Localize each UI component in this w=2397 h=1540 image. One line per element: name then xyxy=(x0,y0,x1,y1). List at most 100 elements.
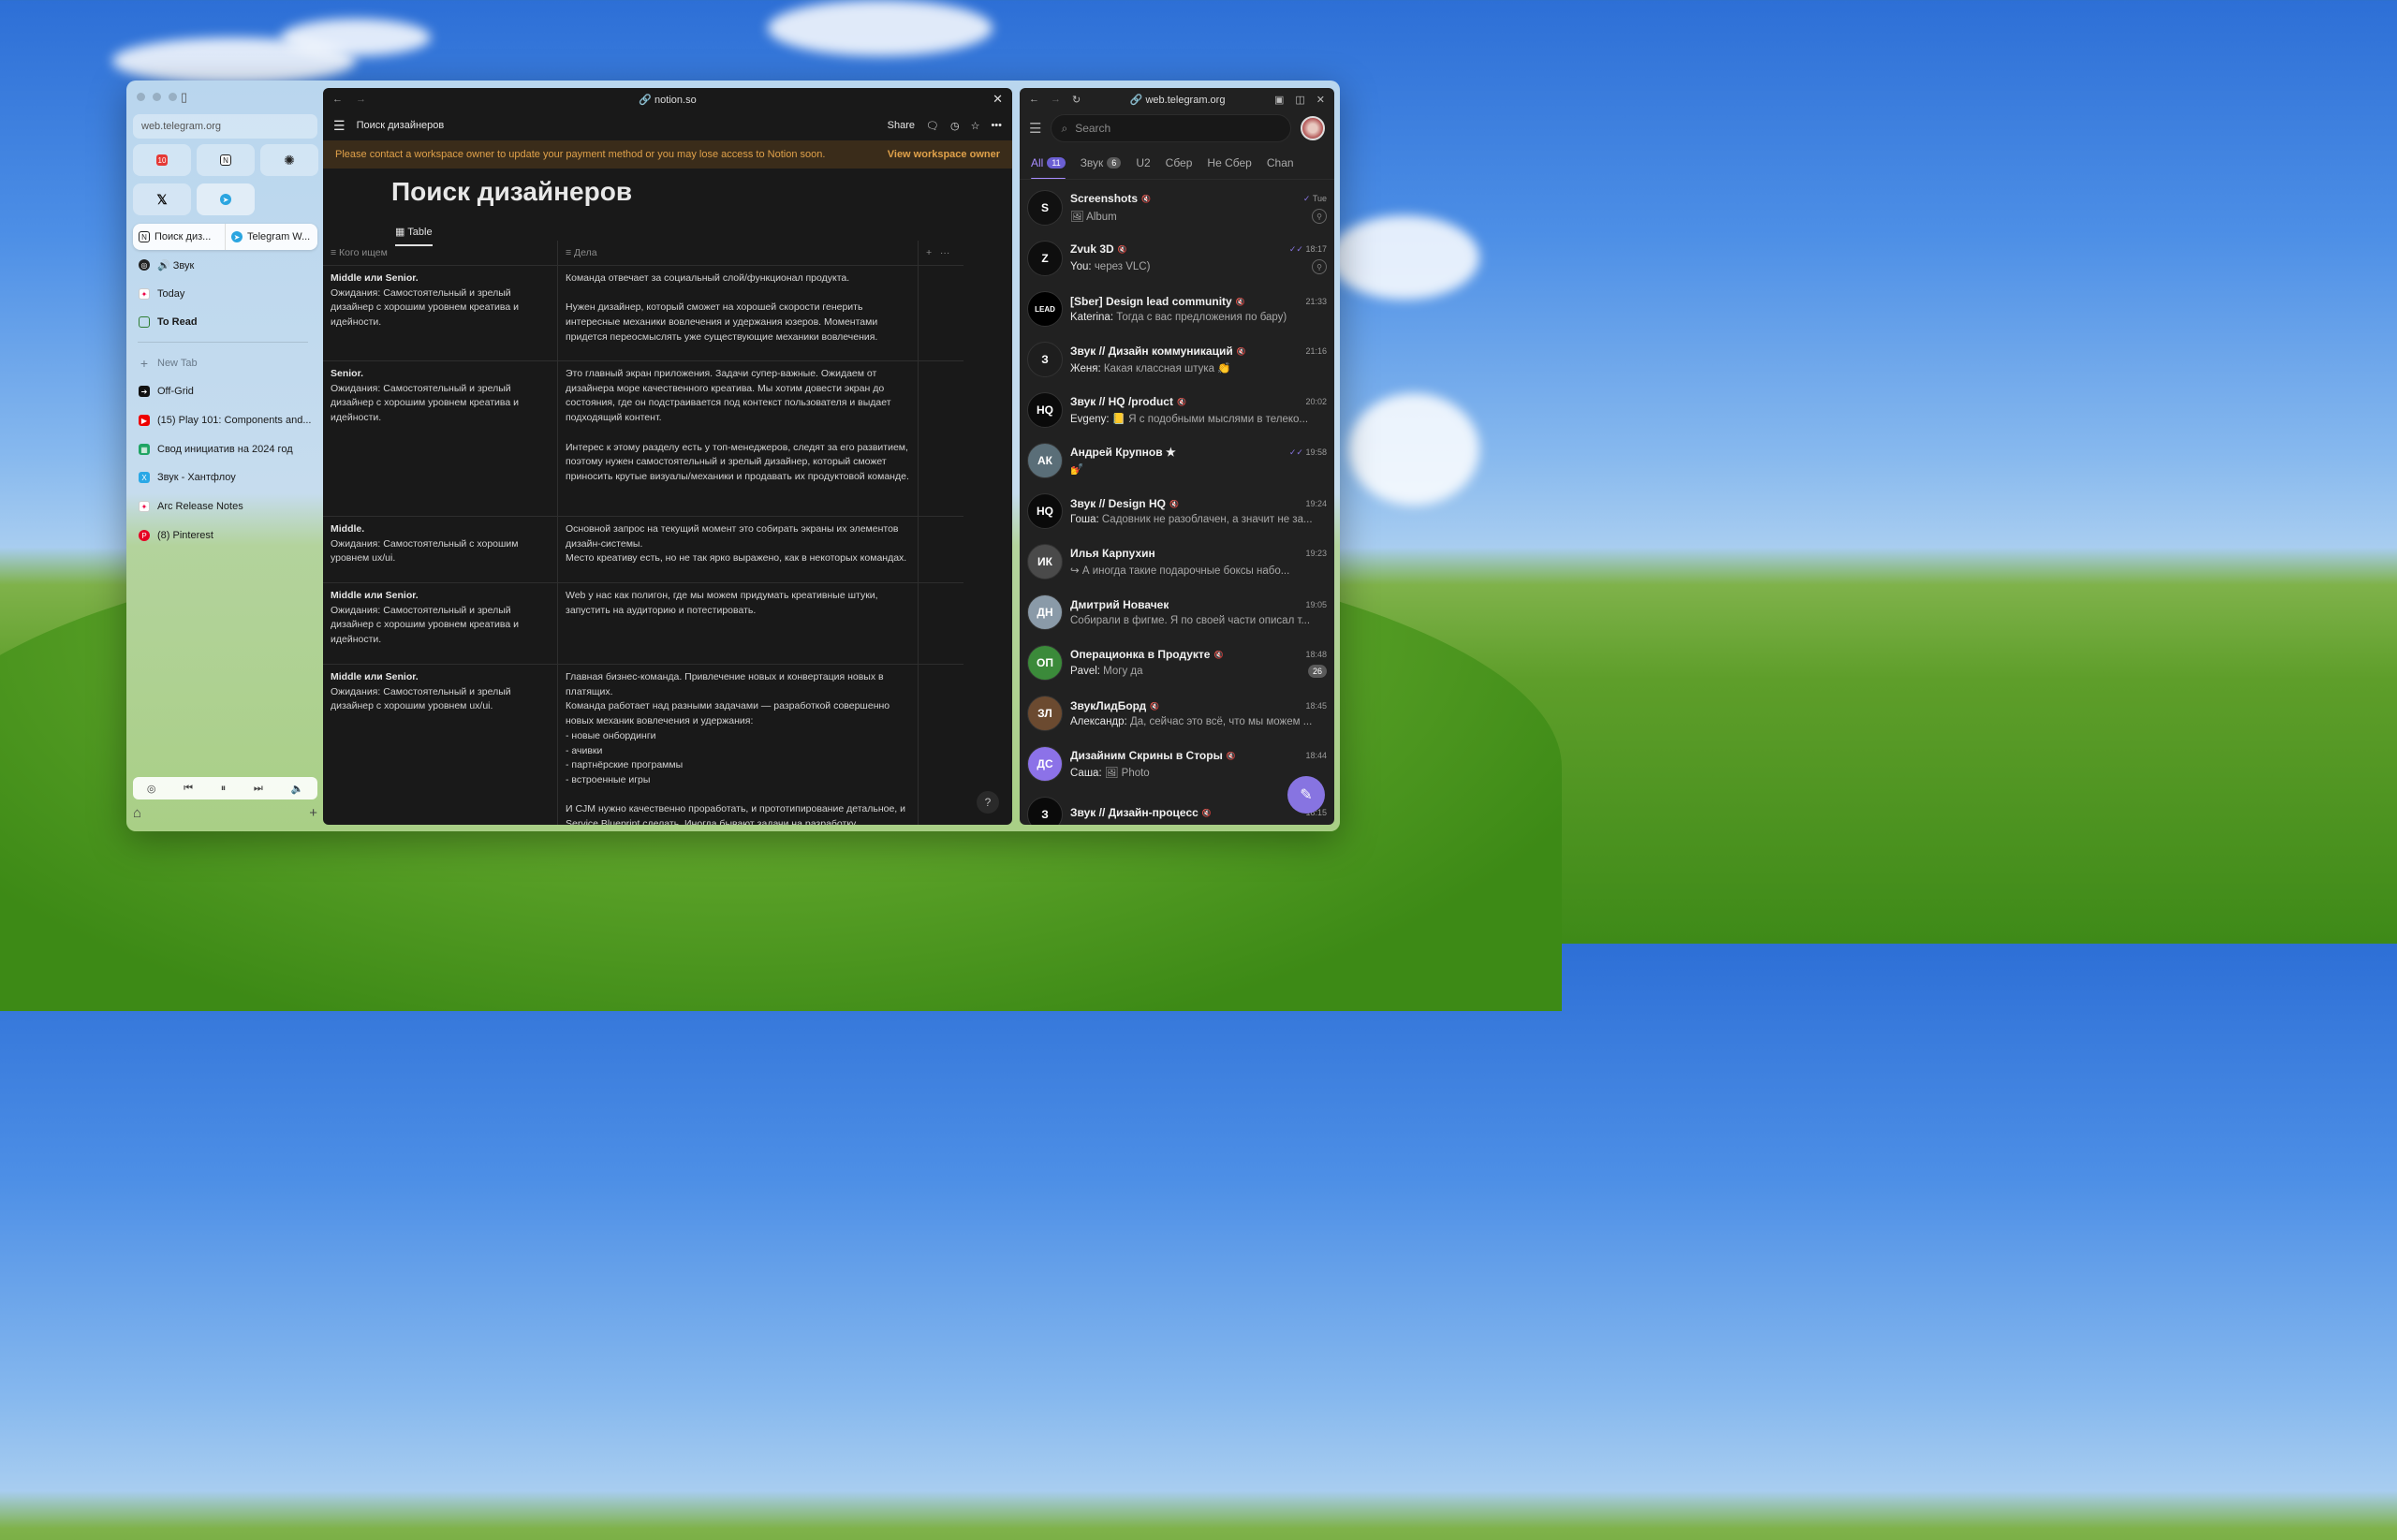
tab-off-grid[interactable]: ➔ Off-Grid xyxy=(133,378,317,404)
list-item[interactable]: HQ Звук // Design HQ 🔇 19:24 Гоша: Садовник … xyxy=(1020,486,1334,536)
muted-icon: 🔇 xyxy=(1141,194,1151,203)
page-title[interactable]: Поиск дизайнеров xyxy=(323,169,1012,213)
chat-name: [Sber] Design lead community xyxy=(1070,295,1232,308)
list-item[interactable]: З Звук // Дизайн коммуникаций 🔇 21:16 Женя: … xyxy=(1020,334,1334,385)
folder-tab-ne-sber[interactable]: Не Сбер xyxy=(1207,146,1251,179)
split-tab-left-label: Поиск диз... xyxy=(154,231,212,242)
archive-icon[interactable]: ⌂ xyxy=(133,805,141,821)
list-item[interactable]: ОП Операционка в Продукте 🔇 18:48 Pavel: Мог… xyxy=(1020,638,1334,688)
chat-message: 💅 xyxy=(1070,464,1084,476)
star-icon[interactable]: ☆ xyxy=(971,120,980,132)
split-tab-telegram[interactable]: ➤ Telegram W... xyxy=(225,224,317,250)
minimize-window-button[interactable] xyxy=(153,93,161,101)
cell-who[interactable]: Middle или Senior. Ожидания: Самостоятел… xyxy=(323,665,558,825)
add-column-icon[interactable]: + xyxy=(926,247,932,258)
chat-sender: Саша: xyxy=(1070,768,1102,779)
tab-youtube[interactable]: ▶ (15) Play 101: Components and... xyxy=(133,407,317,433)
cell-tasks[interactable]: Web у нас как полигон, где мы можем прид… xyxy=(558,583,919,664)
extension-icon[interactable]: ▣ xyxy=(1274,94,1284,106)
arc-icon: ✦ xyxy=(139,501,150,512)
table-row[interactable]: Senior. Ожидания: Самостоятельный и зрел… xyxy=(323,361,963,517)
tab-arc-release-notes[interactable]: ✦ Arc Release Notes xyxy=(133,493,317,520)
cell-who[interactable]: Senior. Ожидания: Самостоятельный и зрел… xyxy=(323,361,558,516)
cell-tasks[interactable]: Команда отвечает за социальный слой/функ… xyxy=(558,266,919,360)
pinned-folder-to-read[interactable]: To Read xyxy=(133,309,317,335)
list-item[interactable]: ИК Илья Карпухин 19:23 ↪ А иногда такие под… xyxy=(1020,536,1334,587)
avatar: ЗЛ xyxy=(1027,696,1063,731)
muted-icon: 🔇 xyxy=(1213,650,1224,659)
zvuk-icon[interactable]: ◎ xyxy=(147,783,156,795)
cell-who[interactable]: Middle или Senior. Ожидания: Самостоятел… xyxy=(323,583,558,664)
telegram-url-text: web.telegram.org xyxy=(1145,94,1226,106)
pause-icon[interactable]: ⏸ xyxy=(221,783,227,795)
avatar[interactable] xyxy=(1301,116,1325,140)
folder-tab-sber[interactable]: Сбер xyxy=(1166,146,1193,179)
table-row[interactable]: Middle или Senior. Ожидания: Самостоятел… xyxy=(323,583,963,665)
youtube-icon: ▶ xyxy=(139,415,150,426)
comment-icon[interactable]: 🗨 xyxy=(926,120,939,132)
menu-icon[interactable]: ☰ xyxy=(1029,120,1041,137)
pinned-item-zvuk[interactable]: ◎ 🔊 Звук xyxy=(133,252,317,278)
help-button[interactable]: ? xyxy=(977,791,999,814)
volume-icon[interactable]: 🔈 xyxy=(290,783,303,795)
folder-tab-u2[interactable]: U2 xyxy=(1136,146,1150,179)
favorite-x[interactable]: 𝕏 xyxy=(133,183,191,215)
favorite-chatgpt[interactable]: ✺ xyxy=(260,144,318,176)
telegram-icon: ➤ xyxy=(220,194,231,205)
back-arrow-icon[interactable]: ← xyxy=(1029,94,1039,105)
favorite-notion[interactable]: N xyxy=(197,144,255,176)
table-row[interactable]: Middle или Senior. Ожидания: Самостоятел… xyxy=(323,266,963,361)
cell-who[interactable]: Middle. Ожидания: Самостоятельный с хоро… xyxy=(323,517,558,582)
more-icon[interactable]: ··· xyxy=(940,247,950,258)
tab-google-sheets[interactable]: ▦ Свод инициатив на 2024 год xyxy=(133,436,317,462)
favorites-grid: 10 N ✺ 𝕏 ➤ xyxy=(133,144,318,215)
zoom-window-button[interactable] xyxy=(169,93,177,101)
list-item[interactable]: ЗЛ ЗвукЛидБорд 🔇 18:45 Александр: Да, сейчас… xyxy=(1020,688,1334,739)
list-item[interactable]: АК Андрей Крупнов ★ ✓✓ 19:58 💅 xyxy=(1020,435,1334,486)
menu-icon[interactable]: ☰ xyxy=(333,118,346,134)
url-bar[interactable]: web.telegram.org xyxy=(133,114,317,139)
share-button[interactable]: Share xyxy=(888,120,915,131)
history-icon[interactable]: ◷ xyxy=(950,120,960,132)
cell-tasks[interactable]: Основной запрос на текущий момент это со… xyxy=(558,517,919,582)
more-icon[interactable]: ••• xyxy=(991,120,1002,131)
list-item[interactable]: Z Zvuk 3D 🔇 ✓✓ 18:17 You: через VLC) ⚲ xyxy=(1020,233,1334,284)
next-track-icon[interactable]: ⏭ xyxy=(254,783,263,795)
sidebar-toggle-icon[interactable]: ▯ xyxy=(181,90,187,105)
search-input[interactable]: ⌕ Search xyxy=(1051,114,1291,142)
expectation-text: Ожидания: Самостоятельный и зрелый дизай… xyxy=(331,382,519,424)
list-item[interactable]: LEAD [Sber] Design lead community 🔇 21:33 Ka… xyxy=(1020,284,1334,334)
column-header-who[interactable]: ≡ Кого ищем xyxy=(323,241,558,265)
view-workspace-owner-link[interactable]: View workspace owner xyxy=(888,149,1000,160)
cell-tasks[interactable]: Это главный экран приложения. Задачи суп… xyxy=(558,361,919,516)
favorite-telegram[interactable]: ➤ xyxy=(197,183,255,215)
list-item[interactable]: ДС Дизайним Скрины в Сторы 🔇 18:44 Саша: 🖼 P… xyxy=(1020,739,1334,789)
add-plus-icon[interactable]: + xyxy=(309,805,317,821)
list-item[interactable]: ДН Дмитрий Новачек 19:05 Собирали в фигме. … xyxy=(1020,587,1334,638)
cell-who[interactable]: Middle или Senior. Ожидания: Самостоятел… xyxy=(323,266,558,360)
table-row[interactable]: Middle или Senior. Ожидания: Самостоятел… xyxy=(323,665,963,825)
previous-track-icon[interactable]: ⏮ xyxy=(184,783,193,795)
reload-icon[interactable]: ↻ xyxy=(1072,94,1081,106)
pinned-item-today[interactable]: ✦ Today xyxy=(133,281,317,307)
favorite-calendar[interactable]: 10 xyxy=(133,144,191,176)
list-item[interactable]: S Screenshots 🔇 ✓ Tue 🖼 Album ⚲ xyxy=(1020,183,1334,233)
tab-huntflow[interactable]: X Звук - Хантфлоу xyxy=(133,464,317,491)
folder-tab-zvuk[interactable]: Звук 6 xyxy=(1081,146,1122,179)
new-tab-button[interactable]: + New Tab xyxy=(133,350,317,376)
cell-tasks[interactable]: Главная бизнес-команда. Привлечение новы… xyxy=(558,665,919,825)
split-tab-notion[interactable]: N Поиск диз... xyxy=(133,224,225,250)
list-item[interactable]: HQ Звук // HQ /product 🔇 20:02 Evgeny: 📒 Я с… xyxy=(1020,385,1334,435)
tab-pinterest[interactable]: P (8) Pinterest xyxy=(133,522,317,549)
forward-arrow-icon[interactable]: → xyxy=(1051,94,1061,105)
close-icon[interactable]: ✕ xyxy=(1316,94,1325,106)
column-header-tasks[interactable]: ≡ Дела xyxy=(558,241,919,265)
folder-tab-channels[interactable]: Chan xyxy=(1267,146,1294,179)
split-view-tab[interactable]: N Поиск диз... ➤ Telegram W... xyxy=(133,224,317,250)
close-window-button[interactable] xyxy=(137,93,145,101)
folder-tab-all[interactable]: All 11 xyxy=(1031,146,1066,179)
table-row[interactable]: Middle. Ожидания: Самостоятельный с хоро… xyxy=(323,517,963,583)
breadcrumb-page-title[interactable]: Поиск дизайнеров xyxy=(357,120,445,131)
split-view-icon[interactable]: ◫ xyxy=(1295,94,1304,106)
new-message-button[interactable]: ✎ xyxy=(1287,776,1325,814)
